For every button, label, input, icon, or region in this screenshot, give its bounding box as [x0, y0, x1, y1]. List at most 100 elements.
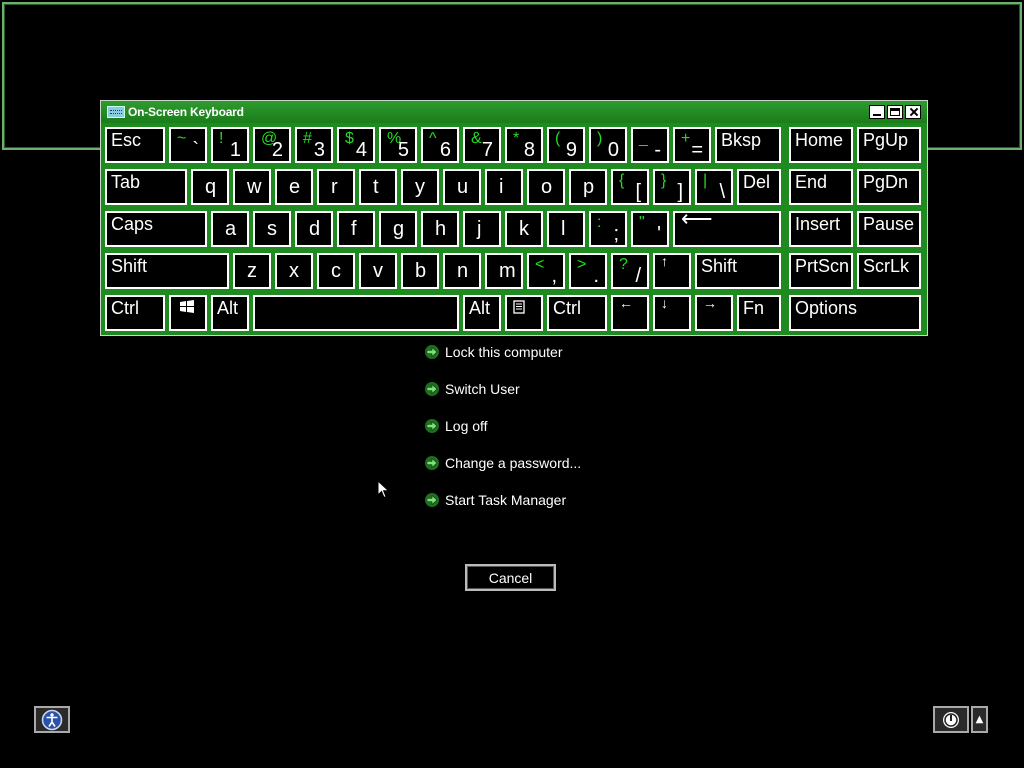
key-v[interactable]: v	[359, 253, 397, 289]
menu-item-log-off[interactable]: Log off	[424, 416, 488, 436]
key-menu[interactable]	[505, 295, 543, 331]
key-2[interactable]: @2	[253, 127, 291, 163]
key-backslash[interactable]: | \	[695, 169, 733, 205]
key-lalt[interactable]: Alt	[211, 295, 249, 331]
key-options[interactable]: Options	[789, 295, 921, 331]
key-enter[interactable]: ⟵	[673, 208, 781, 247]
key-rctrl[interactable]: Ctrl	[547, 295, 607, 331]
key-o[interactable]: o	[527, 169, 565, 205]
minimize-button[interactable]	[869, 105, 885, 119]
key-label: f	[351, 218, 357, 240]
key-end[interactable]: End	[789, 169, 853, 205]
key-period[interactable]: >.	[569, 253, 607, 289]
key-tilde[interactable]: ~ `	[169, 127, 207, 163]
key-lbracket[interactable]: {[	[611, 169, 649, 205]
key-7[interactable]: & 7	[463, 127, 501, 163]
key-x[interactable]: x	[275, 253, 313, 289]
key-slash[interactable]: ? /	[611, 253, 649, 289]
key-r[interactable]: r	[317, 169, 355, 205]
key-lshift[interactable]: Shift	[105, 253, 229, 289]
key-5[interactable]: % 5	[379, 127, 417, 163]
key-j[interactable]: j	[463, 211, 501, 247]
key-label: Bksp	[721, 130, 762, 150]
key-insert[interactable]: Insert	[789, 211, 853, 247]
key-rshift[interactable]: Shift	[695, 253, 781, 289]
close-button[interactable]	[905, 105, 921, 119]
key-caps[interactable]: Caps	[105, 211, 207, 247]
key-m[interactable]: m	[485, 253, 523, 289]
key-f[interactable]: f	[337, 211, 375, 247]
key-p[interactable]: p	[569, 169, 607, 205]
key-0[interactable]: ) 0	[589, 127, 627, 163]
key-q[interactable]: q	[191, 169, 229, 205]
on-screen-keyboard-window[interactable]: On-Screen Keyboard Esc ~ `! 1 @2 #3 $4% 5 ^ 6 & 7 * 8…	[100, 100, 928, 336]
menu-item-change-password[interactable]: Change a password...	[424, 453, 581, 473]
key-t[interactable]: t	[359, 169, 397, 205]
key-bksp[interactable]: Bksp	[715, 127, 781, 163]
key-g[interactable]: g	[379, 211, 417, 247]
key-up[interactable]: ↑	[653, 253, 691, 289]
key-label: b	[415, 260, 427, 282]
key-shift-label: _	[639, 130, 648, 147]
osk-titlebar[interactable]: On-Screen Keyboard	[101, 101, 927, 123]
key-lctrl[interactable]: Ctrl	[105, 295, 165, 331]
key-pgdn[interactable]: PgDn	[857, 169, 921, 205]
key-right[interactable]: →	[695, 295, 733, 331]
key-e[interactable]: e	[275, 169, 313, 205]
key-9[interactable]: (9	[547, 127, 585, 163]
key-l[interactable]: l	[547, 211, 585, 247]
key-6[interactable]: ^ 6	[421, 127, 459, 163]
key-s[interactable]: s	[253, 211, 291, 247]
menu-item-label: Switch User	[445, 381, 520, 397]
key-a[interactable]: a	[211, 211, 249, 247]
key-label: Tab	[111, 172, 141, 192]
key-del[interactable]: Del	[737, 169, 781, 205]
key-k[interactable]: k	[505, 211, 543, 247]
key-left[interactable]: ←	[611, 295, 649, 331]
maximize-button[interactable]	[887, 105, 903, 119]
key-down[interactable]: ↓	[653, 295, 691, 331]
ease-of-access-button[interactable]	[34, 706, 70, 733]
key-win[interactable]	[169, 295, 207, 331]
key-semicolon[interactable]: :;	[589, 211, 627, 247]
key-c[interactable]: c	[317, 253, 355, 289]
key-n[interactable]: n	[443, 253, 481, 289]
key-fn[interactable]: Fn	[737, 295, 781, 331]
key-4[interactable]: $4	[337, 127, 375, 163]
key-pgup[interactable]: PgUp	[857, 127, 921, 163]
key-u[interactable]: u	[443, 169, 481, 205]
key-z[interactable]: z	[233, 253, 271, 289]
key-d[interactable]: d	[295, 211, 333, 247]
shutdown-button[interactable]	[933, 706, 969, 733]
key-tab[interactable]: Tab	[105, 169, 187, 205]
menu-item-lock[interactable]: Lock this computer	[424, 342, 563, 362]
key-rbracket[interactable]: }]	[653, 169, 691, 205]
cancel-button[interactable]: Cancel	[465, 564, 556, 591]
key-label: 2	[271, 139, 283, 161]
key-comma[interactable]: <,	[527, 253, 565, 289]
key-h[interactable]: h	[421, 211, 459, 247]
key-prtscn[interactable]: PrtScn	[789, 253, 853, 289]
key-scrlk[interactable]: ScrLk	[857, 253, 921, 289]
menu-item-task-manager[interactable]: Start Task Manager	[424, 490, 566, 510]
key-pause[interactable]: Pause	[857, 211, 921, 247]
key-3[interactable]: #3	[295, 127, 333, 163]
key-1[interactable]: ! 1	[211, 127, 249, 163]
key-equals[interactable]: + =	[673, 127, 711, 163]
key-shift-label: )	[597, 130, 603, 147]
key-ralt[interactable]: Alt	[463, 295, 501, 331]
key-space[interactable]	[253, 295, 459, 331]
key-y[interactable]: y	[401, 169, 439, 205]
key-i[interactable]: i	[485, 169, 523, 205]
key-minus[interactable]: _ -	[631, 127, 669, 163]
menu-item-switch-user[interactable]: Switch User	[424, 379, 520, 399]
key-quote[interactable]: " '	[631, 211, 669, 247]
key-home[interactable]: Home	[789, 127, 853, 163]
shutdown-options-button[interactable]: ▲	[971, 706, 988, 733]
key-label: 9	[565, 139, 577, 161]
key-esc[interactable]: Esc	[105, 127, 165, 163]
key-b[interactable]: b	[401, 253, 439, 289]
key-w[interactable]: w	[233, 169, 271, 205]
key-8[interactable]: * 8	[505, 127, 543, 163]
key-label: c	[331, 260, 341, 282]
